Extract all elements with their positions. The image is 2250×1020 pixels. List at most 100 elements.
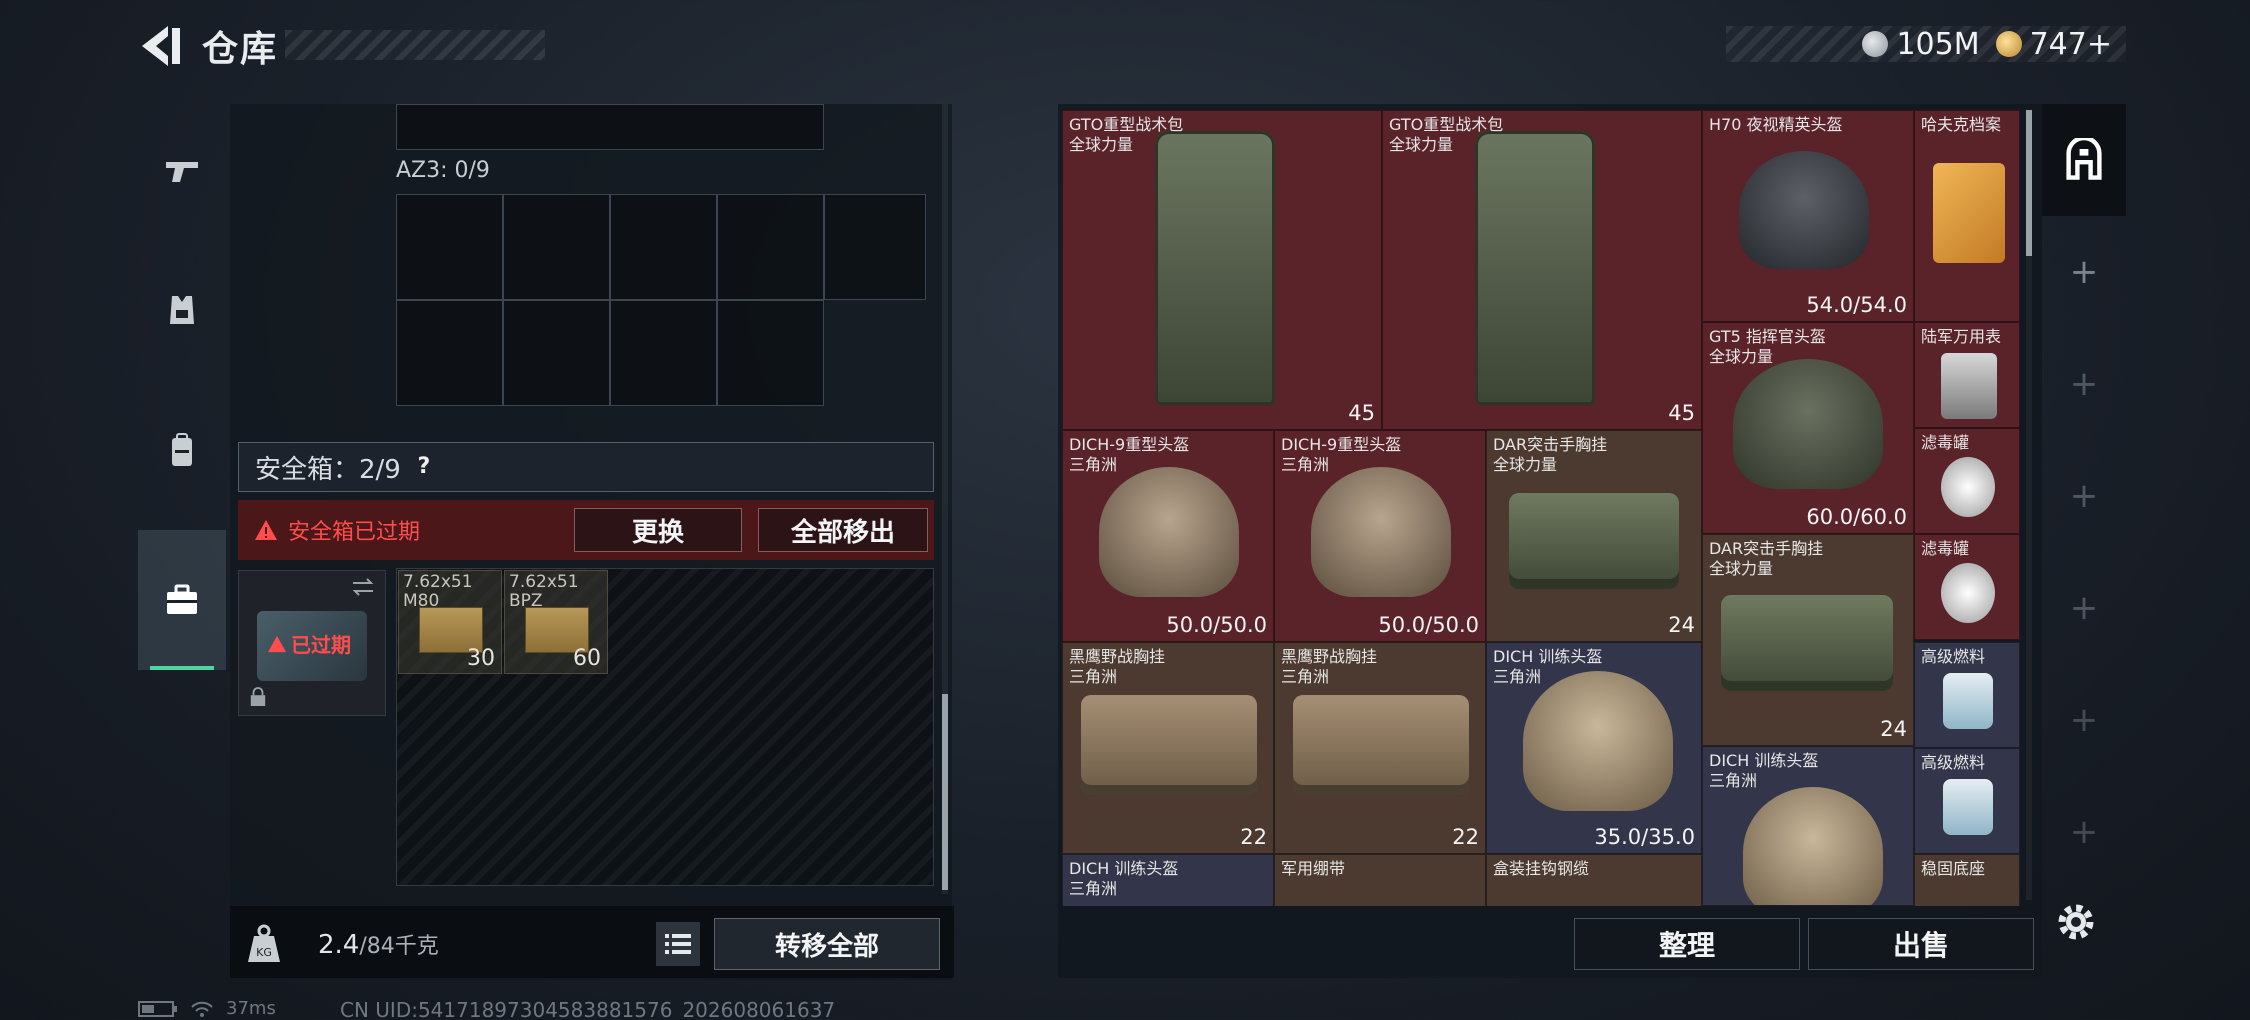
- item-name: 军用绷带: [1281, 859, 1346, 878]
- stash-scroll-thumb[interactable]: [2026, 110, 2032, 256]
- ammo-item[interactable]: 7.62x51 BPZ 60: [504, 570, 608, 674]
- expired-tag: 已过期: [291, 633, 351, 657]
- item-value: 50.0/50.0: [1378, 613, 1479, 637]
- stash-item[interactable]: 军用绷带: [1274, 854, 1486, 906]
- lock-icon: [250, 687, 266, 706]
- stash-item[interactable]: DAR突击手胸挂 全球力量 24: [1486, 430, 1702, 642]
- stash-item[interactable]: DICH 训练头盔 三角洲 35.0/35.0: [1486, 642, 1702, 854]
- stash-item[interactable]: DICH 训练头盔 三角洲: [1702, 746, 1914, 906]
- plus-icon: +: [2069, 364, 2099, 404]
- helmet-image: [1311, 467, 1451, 597]
- stash-item[interactable]: DICH-9重型头盔 三角洲 50.0/50.0: [1274, 430, 1486, 642]
- item-value: 45: [1668, 401, 1695, 425]
- tab-backpack[interactable]: [138, 380, 226, 520]
- item-name: 稳固底座: [1921, 859, 1986, 878]
- stash-item[interactable]: GTO重型战术包 全球力量 45: [1062, 110, 1382, 430]
- item-name: GTO重型战术包 全球力量: [1069, 115, 1184, 154]
- status-bar: 37ms: [138, 998, 276, 1019]
- weight-readout: 2.4/84千克: [318, 928, 439, 960]
- replace-button[interactable]: 更换: [574, 508, 742, 552]
- document-image: [1933, 163, 2005, 263]
- safebox-header: 安全箱：2/9 ?: [238, 442, 934, 492]
- item-name: GTO重型战术包 全球力量: [1389, 115, 1504, 154]
- az3-label: AZ3: 0/9: [396, 158, 490, 183]
- stash-item[interactable]: H70 夜视精英头盔 54.0/54.0: [1702, 110, 1914, 322]
- stash-item[interactable]: GTO重型战术包 全球力量 45: [1382, 110, 1702, 430]
- list-view-button[interactable]: [656, 922, 700, 966]
- item-name: DICH-9重型头盔 三角洲: [1281, 435, 1402, 474]
- add-page-button[interactable]: +: [2042, 776, 2126, 888]
- stash-item[interactable]: 稳固底座: [1914, 854, 2020, 906]
- weight-icon: KG: [248, 924, 280, 962]
- tab-armor[interactable]: [138, 240, 226, 380]
- tab-weapons[interactable]: [138, 100, 226, 240]
- plus-icon: +: [2069, 700, 2099, 740]
- item-value: 60.0/60.0: [1806, 505, 1907, 529]
- multimeter-image: [1941, 353, 1997, 419]
- tab-safebox[interactable]: [138, 530, 226, 670]
- stash-item[interactable]: 盒装挂钩钢缆: [1486, 854, 1702, 906]
- item-name: 滤毒罐: [1921, 539, 1970, 558]
- add-page-button[interactable]: +: [2042, 664, 2126, 776]
- expired-safebox-slot[interactable]: 已过期: [238, 570, 386, 716]
- upper-grid[interactable]: [396, 104, 824, 150]
- currency-gold[interactable]: 747+: [1995, 27, 2112, 62]
- stash-item[interactable]: 滤毒罐: [1914, 428, 2020, 534]
- armor-vest-icon: [170, 296, 194, 324]
- plus-icon: +: [2069, 252, 2099, 292]
- stash-item[interactable]: 高级燃料: [1914, 642, 2020, 748]
- add-page-button[interactable]: +: [2042, 552, 2126, 664]
- stash-item[interactable]: 滤毒罐: [1914, 534, 2020, 640]
- stash-item[interactable]: 黑鹰野战胸挂 三角洲 22: [1062, 642, 1274, 854]
- stash-page-main[interactable]: [2042, 104, 2126, 216]
- settings-gear-icon[interactable]: [2052, 898, 2100, 946]
- plus-icon: +: [2069, 588, 2099, 628]
- list-icon: [665, 934, 691, 954]
- helmet-image: [1523, 671, 1673, 811]
- ammo-count: 60: [573, 646, 601, 671]
- svg-text:KG: KG: [256, 946, 272, 959]
- stash-item[interactable]: DAR突击手胸挂 全球力量 24: [1702, 534, 1914, 746]
- add-page-button[interactable]: +: [2042, 216, 2126, 328]
- helmet-image: [1733, 359, 1883, 489]
- currency-silver-amount: 105M: [1896, 26, 1980, 62]
- stash-item[interactable]: 陆军万用表: [1914, 322, 2020, 428]
- item-name: DICH 训练头盔 三角洲: [1493, 647, 1603, 686]
- swap-icon: [352, 578, 374, 596]
- silver-coin-icon: [1862, 31, 1889, 57]
- battery-icon: [138, 1000, 177, 1017]
- warning-icon: [268, 635, 286, 652]
- item-name: 高级燃料: [1921, 753, 1986, 772]
- item-name: H70 夜视精英头盔: [1709, 115, 1843, 134]
- stash-item[interactable]: GT5 指挥官头盔 全球力量 60.0/60.0: [1702, 322, 1914, 534]
- helmet-image: [1739, 151, 1869, 269]
- add-page-button[interactable]: +: [2042, 328, 2126, 440]
- alert-text: 安全箱已过期: [288, 520, 421, 545]
- page-title: 仓库: [202, 29, 279, 70]
- stash-item[interactable]: 黑鹰野战胸挂 三角洲 22: [1274, 642, 1486, 854]
- ammo-item[interactable]: 7.62x51 M80 30: [398, 570, 502, 674]
- item-name: GT5 指挥官头盔 全球力量: [1709, 327, 1826, 366]
- item-value: 35.0/35.0: [1594, 825, 1695, 849]
- helmet-image: [1743, 787, 1883, 905]
- transfer-all-button[interactable]: 转移全部: [714, 918, 940, 970]
- stash-item[interactable]: 哈夫克档案: [1914, 110, 2020, 322]
- stash-item[interactable]: DICH-9重型头盔 三角洲 50.0/50.0: [1062, 430, 1274, 642]
- help-icon[interactable]: ?: [411, 454, 437, 480]
- title-decoration: [285, 30, 545, 60]
- organize-button[interactable]: 整理: [1574, 918, 1800, 970]
- item-name: DICH 训练头盔 三角洲: [1709, 751, 1819, 790]
- fuel-can-image: [1943, 779, 1993, 835]
- currency-silver[interactable]: 105M: [1862, 26, 1980, 62]
- back-button[interactable]: [138, 22, 182, 70]
- move-all-out-button[interactable]: 全部移出: [758, 508, 928, 552]
- left-scroll-thumb[interactable]: [942, 694, 948, 890]
- add-page-button[interactable]: +: [2042, 440, 2126, 552]
- stash-grid: GTO重型战术包 全球力量 45 GTO重型战术包 全球力量 45 H70 夜视…: [1062, 110, 2022, 906]
- item-value: 22: [1240, 825, 1267, 849]
- stash-item[interactable]: DICH 训练头盔 三角洲: [1062, 854, 1274, 906]
- sell-button[interactable]: 出售: [1808, 918, 2034, 970]
- filter-canister-image: [1941, 457, 1995, 517]
- chest-rig-image: [1293, 695, 1469, 795]
- stash-item[interactable]: 高级燃料: [1914, 748, 2020, 854]
